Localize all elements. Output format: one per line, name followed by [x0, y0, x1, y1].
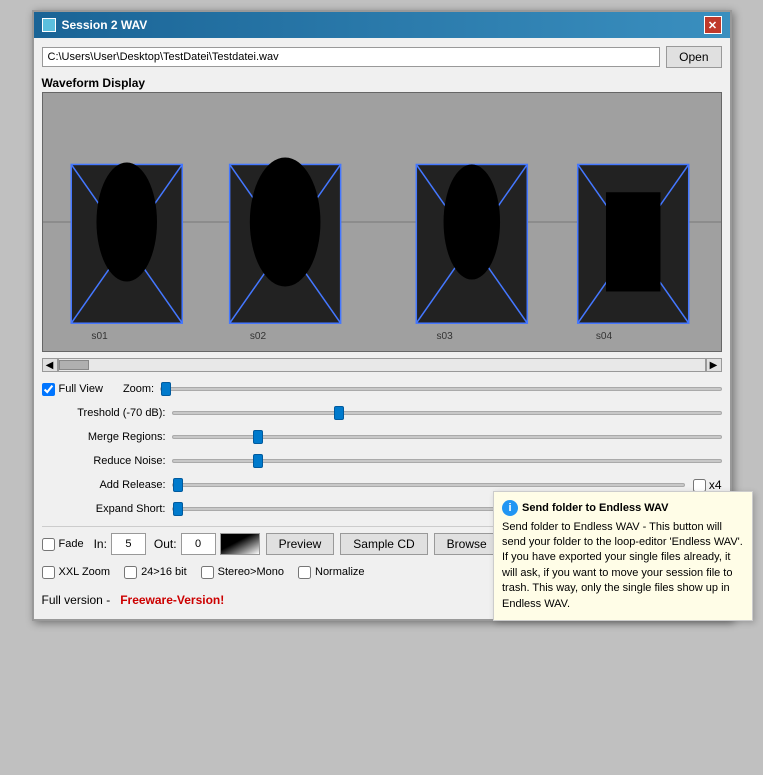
add-release-slider[interactable]: [172, 483, 685, 487]
waveform-display[interactable]: s01 s02 s03 s04: [42, 92, 722, 352]
add-release-label: Add Release:: [42, 479, 172, 491]
zoom-slider[interactable]: [160, 387, 721, 391]
in-label: In:: [94, 537, 107, 551]
svg-text:s03: s03: [436, 331, 453, 342]
stereo-mono-label[interactable]: Stereo>Mono: [201, 566, 284, 579]
out-label: Out:: [154, 537, 177, 551]
waveform-label: Waveform Display: [42, 76, 722, 90]
fade-out-input[interactable]: [181, 533, 216, 555]
window-icon: [42, 18, 56, 32]
stereo-mono-checkbox[interactable]: [201, 566, 214, 579]
tooltip-title: i Send folder to Endless WAV: [502, 500, 744, 516]
scroll-right-button[interactable]: ▶: [706, 358, 722, 372]
fade-in-input[interactable]: [111, 533, 146, 555]
title-bar-left: Session 2 WAV: [42, 18, 148, 32]
fade-checkbox[interactable]: [42, 538, 55, 551]
full-view-row: Full View Zoom:: [42, 378, 722, 400]
bit-text: 24>16 bit: [141, 566, 187, 578]
normalize-label[interactable]: Normalize: [298, 566, 365, 579]
sample-cd-button[interactable]: Sample CD: [340, 533, 427, 555]
preview-button[interactable]: Preview: [266, 533, 335, 555]
merge-regions-label: Merge Regions:: [42, 431, 172, 443]
waveform-svg: s01 s02 s03 s04: [43, 93, 721, 351]
fade-label: Fade: [59, 538, 84, 550]
full-version-text: Full version -: [42, 593, 111, 607]
fade-section: Fade In: Out:: [42, 533, 260, 555]
info-icon: i: [502, 500, 518, 516]
scroll-left-button[interactable]: ◀: [42, 358, 58, 372]
svg-text:s01: s01: [91, 331, 108, 342]
open-button[interactable]: Open: [666, 46, 721, 68]
normalize-checkbox[interactable]: [298, 566, 311, 579]
svg-text:s02: s02: [249, 331, 266, 342]
scrollbar-track[interactable]: [58, 358, 706, 372]
file-row: Open: [42, 46, 722, 68]
xxl-zoom-checkbox[interactable]: [42, 566, 55, 579]
merge-regions-slider[interactable]: [172, 435, 722, 439]
scrollbar-row: ◀ ▶: [42, 358, 722, 372]
merge-regions-row: Merge Regions:: [42, 426, 722, 448]
reduce-noise-slider[interactable]: [172, 459, 722, 463]
zoom-label: Zoom:: [123, 383, 154, 395]
xxl-zoom-label[interactable]: XXL Zoom: [42, 566, 111, 579]
tooltip-title-text: Send folder to Endless WAV: [522, 502, 668, 514]
expand-short-label: Expand Short:: [42, 503, 172, 515]
reduce-noise-row: Reduce Noise:: [42, 450, 722, 472]
reduce-noise-label: Reduce Noise:: [42, 455, 172, 467]
tooltip-text: Send folder to Endless WAV - This button…: [502, 520, 744, 612]
fade-checkbox-label[interactable]: Fade: [42, 538, 84, 551]
treshold-slider[interactable]: [172, 411, 722, 415]
freeware-text: Freeware-Version!: [120, 593, 224, 607]
gradient-preview: [220, 533, 260, 555]
xxl-zoom-text: XXL Zoom: [59, 566, 111, 578]
title-bar: Session 2 WAV ✕: [34, 12, 730, 38]
waveform-section: Waveform Display: [42, 76, 722, 352]
window-title: Session 2 WAV: [62, 18, 148, 32]
file-path-input[interactable]: [42, 47, 661, 67]
normalize-text: Normalize: [315, 566, 365, 578]
tooltip-box: i Send folder to Endless WAV Send folder…: [493, 491, 753, 621]
scrollbar-thumb[interactable]: [59, 360, 89, 370]
svg-text:s04: s04: [595, 331, 612, 342]
treshold-label: Treshold (-70 dB):: [42, 407, 172, 419]
full-view-checkbox[interactable]: [42, 383, 55, 396]
full-view-checkbox-label[interactable]: Full View: [42, 383, 103, 396]
treshold-row: Treshold (-70 dB):: [42, 402, 722, 424]
browse-button[interactable]: Browse: [434, 533, 500, 555]
bit-checkbox[interactable]: [124, 566, 137, 579]
stereo-mono-text: Stereo>Mono: [218, 566, 284, 578]
full-view-label: Full View: [59, 383, 103, 395]
x4-checkbox[interactable]: [693, 479, 706, 492]
bit-label[interactable]: 24>16 bit: [124, 566, 187, 579]
close-button[interactable]: ✕: [704, 16, 722, 34]
